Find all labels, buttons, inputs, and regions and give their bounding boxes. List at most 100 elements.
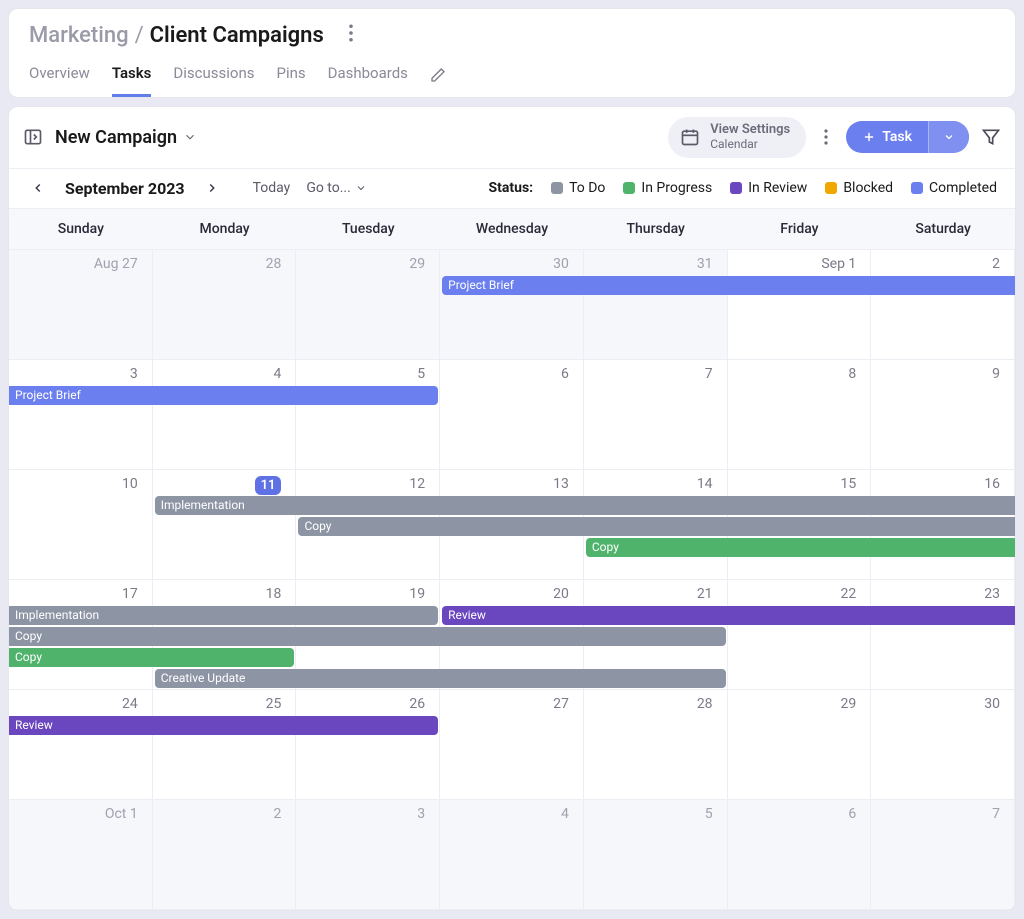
calendar-cell[interactable]: 3 [9,360,153,470]
calendar-panel: New Campaign View Settings Calendar Ta [8,106,1016,911]
date-label: 30 [440,256,575,272]
calendar-cell[interactable]: 30 [871,690,1015,800]
breadcrumb-parent[interactable]: Marketing [29,23,129,48]
today-button[interactable]: Today [253,180,291,196]
goto-button[interactable]: Go to... [306,180,367,196]
calendar-cell[interactable]: Oct 1 [9,800,153,910]
calendar-cell[interactable]: 24 [9,690,153,800]
prev-month-button[interactable] [27,179,49,197]
next-month-button[interactable] [201,179,223,197]
tab-overview[interactable]: Overview [29,64,90,97]
calendar-week: 242526 27 2829 30 Review [9,690,1015,800]
calendar-cell[interactable]: 10 [9,470,153,580]
event-bar[interactable]: Project Brief [442,276,1015,295]
date-label: 28 [153,256,288,272]
date-label: 31 [584,256,719,272]
new-task-dropdown[interactable] [928,121,969,153]
dow-saturday: Saturday [871,209,1015,250]
date-label: 14 [584,476,719,492]
event-bar[interactable]: Review [442,606,1015,625]
calendar-cell[interactable]: 23 [871,580,1015,690]
calendar-cell[interactable]: 2 [871,250,1015,360]
more-icon[interactable] [344,24,358,42]
calendar-week: Oct 1234567 [9,800,1015,910]
calendar-cell[interactable]: 6 [728,800,872,910]
tab-tasks[interactable]: Tasks [112,64,152,97]
view-settings-sub: Calendar [710,138,790,152]
view-toolbar: New Campaign View Settings Calendar Ta [9,107,1015,169]
date-label: 7 [584,366,719,382]
calendar-cell[interactable]: 7 [871,800,1015,910]
calendar-cell[interactable]: 22 [728,580,872,690]
date-nav: September 2023 Today Go to... Status: To… [9,169,1015,209]
calendar-cell[interactable]: 3 [296,800,440,910]
calendar-cell[interactable]: 9 [871,360,1015,470]
calendar-cell[interactable]: Sep 1 [728,250,872,360]
event-bar[interactable]: Implementation [155,496,1015,515]
new-task-label: Task [882,129,912,145]
tab-discussions[interactable]: Discussions [173,64,254,97]
dow-monday: Monday [153,209,297,250]
calendar-cell[interactable]: 5 [296,360,440,470]
page-header: Marketing / Client Campaigns OverviewTas… [8,8,1016,98]
calendar-cell[interactable]: 28 [584,690,728,800]
new-task-button[interactable]: Task [846,121,969,153]
calendar-cell[interactable]: 29 [296,250,440,360]
event-bar[interactable]: Copy [9,648,294,667]
calendar-cell[interactable]: 4 [440,800,584,910]
date-label: 10 [9,476,144,492]
legend-completed: Completed [911,180,997,196]
date-label: 29 [728,696,863,712]
event-bar[interactable]: Copy [298,517,1015,536]
event-bar[interactable]: Project Brief [9,386,438,405]
calendar-cell[interactable]: 11 [153,470,297,580]
day-of-week-header: SundayMondayTuesdayWednesdayThursdayFrid… [9,209,1015,250]
dow-thursday: Thursday [584,209,728,250]
date-label: 2 [153,806,288,822]
panel-toggle-icon[interactable] [23,127,43,147]
breadcrumb-current: Client Campaigns [150,23,324,48]
event-bar[interactable]: Review [9,716,438,735]
calendar-cell[interactable]: 30 [440,250,584,360]
plus-icon [862,130,876,144]
event-bar[interactable]: Copy [586,538,1015,557]
toolbar-more-icon[interactable] [818,128,834,146]
calendar-grid: Aug 2728293031Sep 12Project Brief3456789… [9,250,1015,910]
calendar-cell[interactable]: 31 [584,250,728,360]
event-bar[interactable]: Implementation [9,606,438,625]
calendar-cell[interactable]: 6 [440,360,584,470]
calendar-cell[interactable]: 5 [584,800,728,910]
view-settings-button[interactable]: View Settings Calendar [668,117,806,158]
nav-tabs: Overview Tasks Discussions Pins Dashboards [29,64,995,97]
calendar-cell[interactable]: 7 [584,360,728,470]
event-bar[interactable]: Copy [9,627,726,646]
calendar-week: 17181920212223ImplementationReviewCopyCo… [9,580,1015,690]
calendar-cell[interactable]: 2 [153,800,297,910]
calendar-cell[interactable]: 26 [296,690,440,800]
dow-friday: Friday [728,209,872,250]
date-label: 3 [296,806,431,822]
dow-sunday: Sunday [9,209,153,250]
calendar-cell[interactable]: 25 [153,690,297,800]
event-bar[interactable]: Creative Update [155,669,726,688]
tab-dashboards[interactable]: Dashboards [328,64,408,97]
calendar-cell[interactable]: 4 [153,360,297,470]
calendar-cell[interactable]: Aug 27 [9,250,153,360]
date-label: 20 [440,586,575,602]
date-label: 23 [871,586,1006,602]
date-label: 26 [296,696,431,712]
legend-to-do: To Do [551,180,605,196]
calendar-cell[interactable]: 29 [728,690,872,800]
calendar-cell[interactable]: 8 [728,360,872,470]
date-label: 16 [871,476,1006,492]
legend-title: Status: [489,180,534,196]
view-title[interactable]: New Campaign [55,127,197,148]
edit-tabs-icon[interactable] [430,67,446,95]
calendar-cell[interactable]: 27 [440,690,584,800]
date-label: 15 [728,476,863,492]
date-label: 27 [440,696,575,712]
calendar-cell[interactable]: 28 [153,250,297,360]
filter-icon[interactable] [981,127,1001,147]
tab-pins[interactable]: Pins [276,64,305,97]
calendar-icon [680,127,700,147]
